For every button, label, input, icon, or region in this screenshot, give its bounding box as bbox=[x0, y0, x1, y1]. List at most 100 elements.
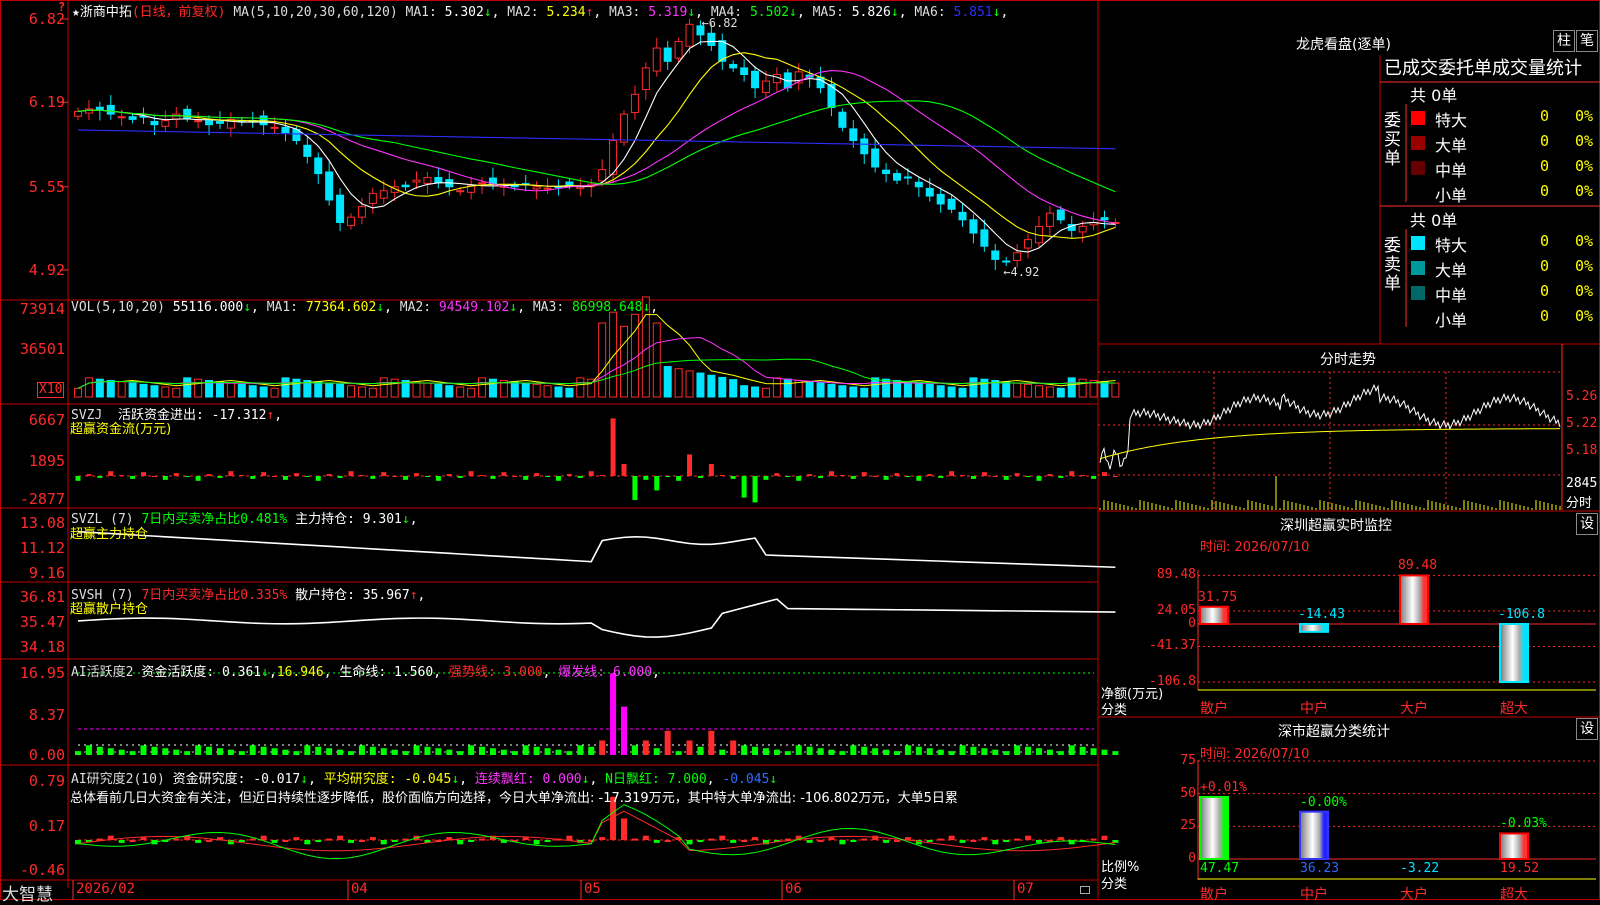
ai-active-bar bbox=[391, 749, 398, 755]
svzj-bar bbox=[119, 475, 125, 477]
ai-active-bar bbox=[315, 746, 322, 755]
ai-active-bar bbox=[708, 730, 715, 755]
ai-active-bar bbox=[686, 740, 693, 755]
ai-active-bar bbox=[446, 749, 453, 755]
vol-bar bbox=[620, 325, 628, 398]
sz-class-value: 19.52 bbox=[1500, 861, 1540, 876]
ai-research-bar bbox=[806, 840, 813, 843]
vol-bar bbox=[958, 387, 967, 398]
ai-active-bar bbox=[227, 749, 234, 755]
ai-research-bar bbox=[861, 838, 868, 841]
star-icon[interactable]: ★ bbox=[72, 5, 80, 20]
vol-bar bbox=[74, 387, 82, 398]
bar-mode-button[interactable]: 柱 bbox=[1553, 30, 1575, 52]
vol-bar bbox=[379, 377, 388, 398]
date-label: 2026/02 bbox=[76, 881, 136, 897]
vol-bar bbox=[259, 386, 268, 398]
ai-active-bar bbox=[730, 740, 737, 755]
ai-active-bar bbox=[610, 673, 617, 755]
svzj-bar bbox=[86, 474, 92, 476]
axis-label: 9.16 bbox=[28, 564, 65, 582]
candle-body bbox=[620, 113, 628, 143]
svzj-bar bbox=[457, 476, 463, 478]
axis-label: 8.37 bbox=[28, 706, 65, 724]
svzl-subtitle: 超赢主力持仓 bbox=[70, 527, 149, 542]
sz-class-settings-button[interactable]: 设 bbox=[1576, 718, 1598, 740]
svzj-bar bbox=[741, 476, 747, 498]
vol-bar bbox=[237, 383, 246, 398]
date-label: 07 bbox=[1017, 881, 1034, 897]
ai-research-bar bbox=[719, 835, 726, 840]
vol-bar bbox=[674, 368, 683, 398]
svzj-bar bbox=[1025, 476, 1031, 477]
svzj-bar bbox=[490, 476, 496, 479]
svzj-bars bbox=[75, 418, 1118, 503]
vol-header: VOL(5,10,20) 55116.000↓, MA1: 77364.602↓… bbox=[71, 300, 659, 315]
vol-bar bbox=[751, 386, 760, 398]
lhb-side-char: 买 bbox=[1384, 130, 1401, 150]
vol-bar bbox=[816, 382, 825, 398]
vol-bar bbox=[128, 382, 137, 398]
candle-body bbox=[685, 23, 694, 47]
vol-ma-name: MA2: bbox=[399, 300, 439, 315]
axis-label: -2877 bbox=[19, 490, 65, 508]
svzj-bar bbox=[632, 476, 638, 500]
lhb-row-pct: 0% bbox=[1575, 107, 1594, 125]
svzj-bar bbox=[108, 471, 114, 476]
vol-bar bbox=[194, 378, 203, 398]
ai-active-bar bbox=[1035, 748, 1042, 755]
vol-bar bbox=[740, 385, 749, 398]
sz-class-axis-label: 0 bbox=[1188, 851, 1196, 866]
tick-mode-button[interactable]: 笔 bbox=[1576, 30, 1598, 52]
candle-body bbox=[871, 148, 880, 168]
ai-active-bar bbox=[479, 746, 486, 755]
axis-label: 13.08 bbox=[19, 514, 65, 532]
ma-name: MA1: bbox=[405, 5, 445, 20]
candle-body bbox=[565, 181, 574, 186]
candle-body bbox=[1078, 225, 1087, 233]
svzj-bar bbox=[839, 475, 845, 477]
lock-icon[interactable] bbox=[1080, 886, 1090, 894]
candle-body bbox=[303, 144, 312, 157]
ai-active-bar bbox=[762, 748, 769, 755]
ai-research-bar bbox=[282, 840, 289, 842]
vol-bar bbox=[117, 381, 126, 398]
ai-research-bar bbox=[894, 840, 900, 842]
ai-research-bar bbox=[304, 840, 311, 845]
ai-active-bar bbox=[238, 751, 245, 755]
intraday-price-label: 5.18 bbox=[1566, 443, 1598, 458]
ai-active-bar bbox=[577, 745, 584, 755]
vol-bar bbox=[729, 379, 738, 398]
candle-body bbox=[598, 169, 607, 182]
svzj-bar bbox=[981, 472, 987, 476]
lhb-row-pct: 0% bbox=[1575, 157, 1594, 175]
vol-unit-badge[interactable]: X10 bbox=[37, 382, 65, 398]
ai-active-bar bbox=[817, 748, 824, 755]
vol-bar bbox=[718, 376, 727, 398]
ai-active-header: AI活跃度2 资金活跃度: 0.361↓,16.946, 生命线: 1.560,… bbox=[71, 665, 660, 680]
ma-value: 5.302 bbox=[444, 5, 484, 20]
svzj-bar bbox=[392, 476, 398, 477]
low-price-label: ←4.92 bbox=[1003, 265, 1039, 279]
ai-research-header: AI研究度2(10) 资金研究度: -0.017↓, 平均研究度: -0.045… bbox=[71, 772, 778, 787]
sz-monitor-axis-label: 89.48 bbox=[1156, 567, 1196, 583]
svzj-bar bbox=[435, 476, 441, 481]
vol-bar bbox=[827, 383, 836, 398]
ai-research-bar bbox=[1025, 835, 1032, 840]
ai-active-bar bbox=[894, 751, 900, 755]
svzj-bar bbox=[370, 476, 376, 479]
ma-name: MA4: bbox=[703, 5, 750, 20]
chart-canvas[interactable]: ←6.82←4.92 bbox=[0, 0, 1600, 900]
vol-bar bbox=[980, 378, 989, 398]
ai-research-bar bbox=[544, 840, 551, 842]
ai-research-bar bbox=[195, 840, 202, 843]
svzj-bar bbox=[796, 476, 802, 481]
chart-mode[interactable]: (日线，前复权) bbox=[132, 5, 226, 20]
sz-monitor-settings-button[interactable]: 设 bbox=[1576, 513, 1598, 535]
candle-body bbox=[314, 157, 323, 175]
svzj-bar bbox=[960, 475, 966, 477]
vol-bar bbox=[183, 377, 192, 398]
ai-active-bar bbox=[544, 748, 551, 755]
lhb-row-pct: 0% bbox=[1575, 257, 1594, 275]
svzj-bar bbox=[850, 476, 856, 479]
